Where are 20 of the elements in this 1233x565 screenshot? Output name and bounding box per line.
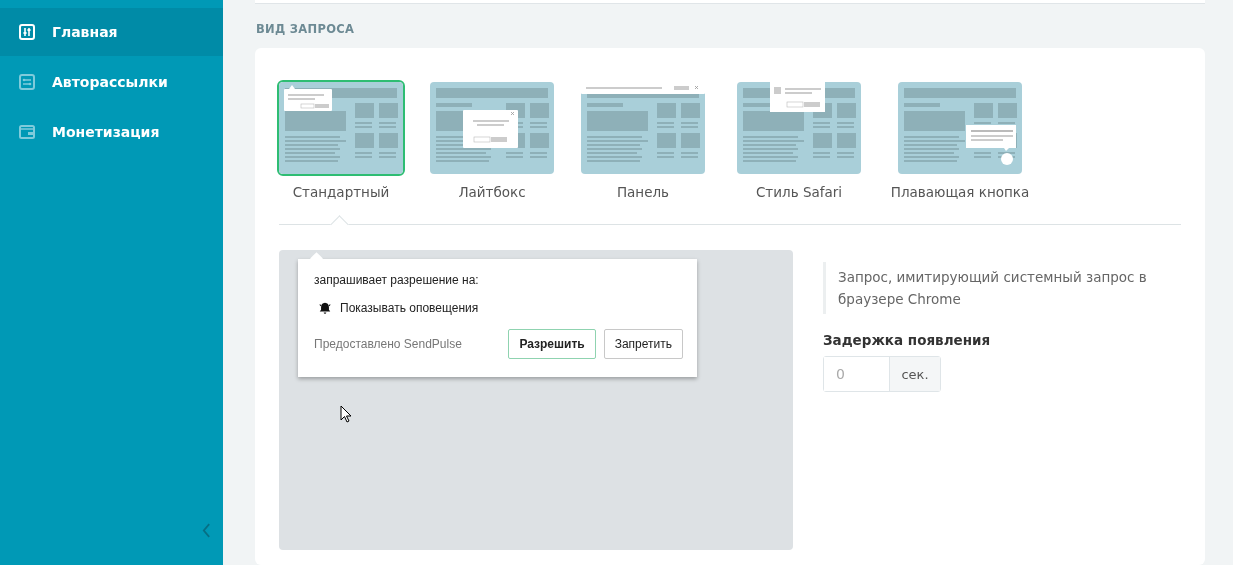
delay-label: Задержка появления (823, 332, 992, 348)
section-title: ВИД ЗАПРОСА (256, 22, 356, 36)
delay-field[interactable]: 0 сек. (823, 356, 941, 392)
sidebar-item[interactable]: Главная (0, 8, 223, 56)
permission-label: Показывать оповещения (340, 301, 479, 315)
request-type-option[interactable]: Стиль Safari (735, 80, 863, 200)
wallet-icon (19, 124, 35, 140)
provider-text: Предоставлено SendPulse (314, 337, 463, 351)
chevron-left-icon[interactable] (202, 523, 211, 538)
bell-icon (318, 301, 332, 315)
sliders-icon (19, 24, 35, 40)
pointer-icon (340, 405, 352, 423)
description-text: Запрос, имитирующий системный запрос в браузере Chrome (823, 262, 1168, 314)
popup-prompt: запрашивает разрешение на: (314, 273, 480, 287)
deny-button[interactable]: Запретить (603, 329, 683, 359)
request-type-option[interactable]: Лайтбокс (428, 80, 556, 200)
unit-label: сек. (890, 357, 940, 391)
allow-button[interactable]: Разрешить (508, 329, 596, 359)
flow-icon (19, 74, 35, 90)
request-type-option[interactable]: Панель (579, 80, 707, 200)
